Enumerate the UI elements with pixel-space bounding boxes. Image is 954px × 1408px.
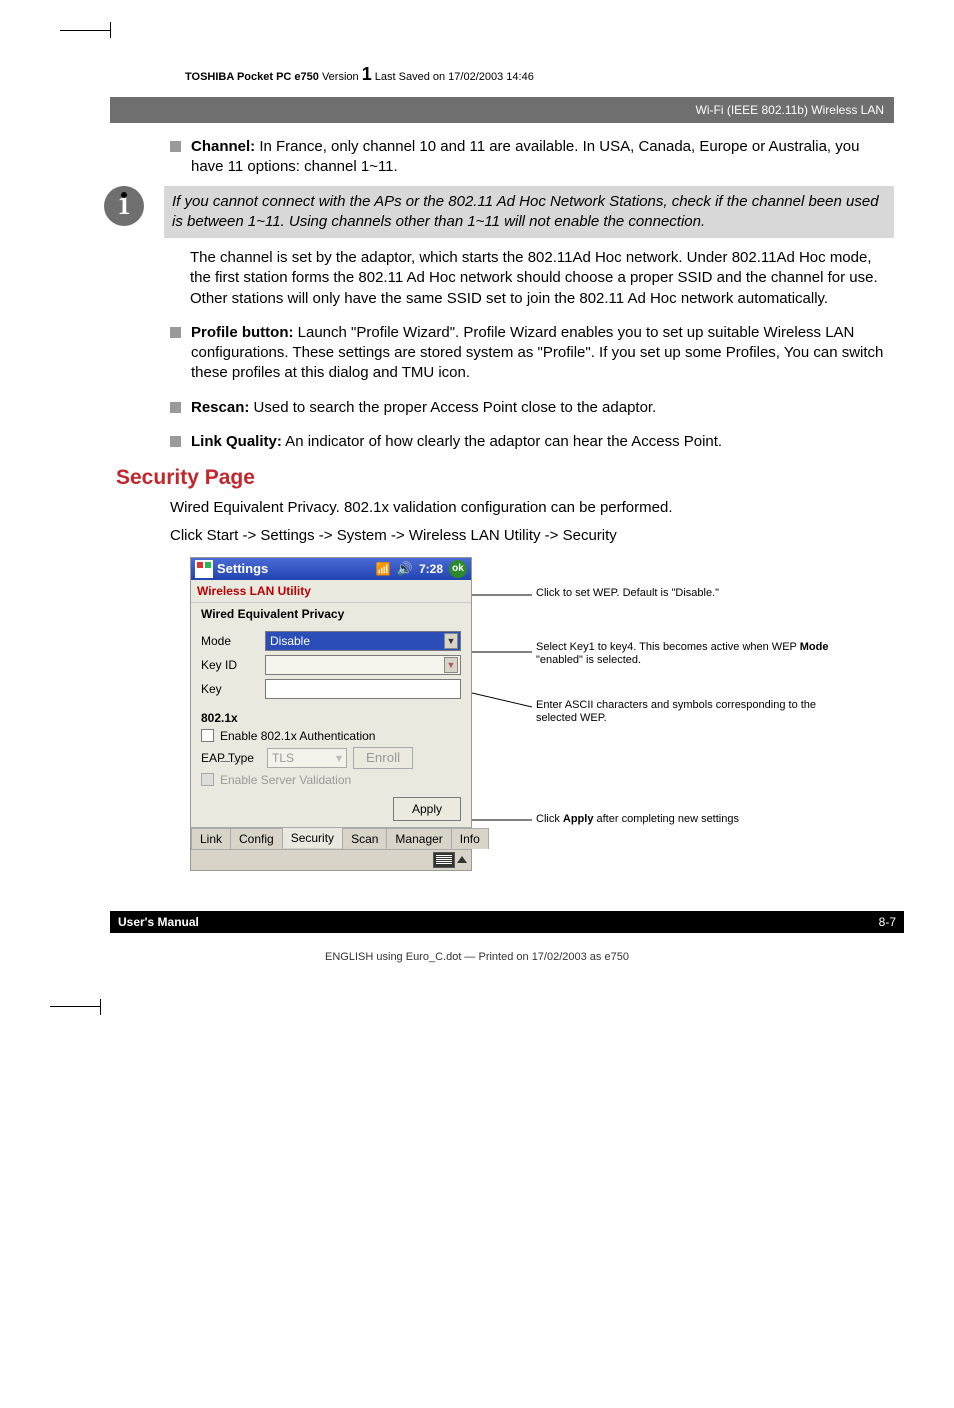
- callout-keyid: Select Key1 to key4. This becomes active…: [536, 641, 846, 669]
- bullet-icon: [170, 327, 181, 338]
- version-num: 1: [362, 64, 372, 84]
- wep-header: Wired Equivalent Privacy: [191, 603, 471, 623]
- bullet-icon: [170, 436, 181, 447]
- security-p2: Click Start -> Settings -> System -> Wir…: [170, 526, 894, 546]
- window-title: Settings: [217, 561, 268, 576]
- key-input[interactable]: [265, 679, 461, 699]
- chevron-down-icon: ▾: [336, 751, 342, 765]
- up-arrow-icon[interactable]: [457, 856, 467, 863]
- clock: 7:28: [419, 562, 443, 576]
- doc-header: TOSHIBA Pocket PC e750 Version 1 Last Sa…: [60, 64, 894, 85]
- footer-left: User's Manual: [118, 915, 199, 929]
- ok-button[interactable]: ok: [449, 560, 467, 578]
- key-label: Key: [201, 682, 265, 696]
- info-icon: 1: [104, 186, 144, 226]
- keyid-label: Key ID: [201, 658, 265, 672]
- rescan-label: Rescan:: [191, 399, 249, 416]
- bullet-link-quality: Link Quality: An indicator of how clearl…: [170, 432, 894, 452]
- profile-text: Launch "Profile Wizard". Profile Wizard …: [191, 324, 883, 382]
- callout-key: Enter ASCII characters and symbols corre…: [536, 699, 846, 727]
- 8021x-header: 802.1x: [191, 709, 471, 725]
- channel-explain: The channel is set by the adaptor, which…: [190, 248, 894, 309]
- bullet-rescan: Rescan: Used to search the proper Access…: [170, 398, 894, 418]
- bullet-icon: [170, 402, 181, 413]
- tab-manager[interactable]: Manager: [386, 828, 451, 849]
- footer-right: 8-7: [879, 915, 896, 929]
- sip-bar: [191, 849, 471, 870]
- enroll-button[interactable]: Enroll: [353, 747, 413, 769]
- mode-value: Disable: [270, 634, 310, 648]
- bullet-profile: Profile button: Launch "Profile Wizard".…: [170, 323, 894, 384]
- server-validation-label: Enable Server Validation: [220, 773, 351, 787]
- app-title: Wireless LAN Utility: [191, 580, 471, 603]
- callout-apply: Click Apply after completing new setting…: [536, 813, 846, 827]
- chapter-banner: Wi-Fi (IEEE 802.11b) Wireless LAN: [110, 97, 894, 123]
- eap-type-select[interactable]: TLS ▾: [267, 748, 347, 768]
- eap-value: TLS: [272, 751, 294, 765]
- callouts: Click to set WEP. Default is "Disable." …: [472, 557, 894, 871]
- link-text: An indicator of how clearly the adaptor …: [282, 433, 722, 450]
- screenshot-panel: Settings 📶 🔊 7:28 ok Wireless LAN Utilit…: [190, 557, 472, 871]
- keyboard-icon[interactable]: [433, 852, 455, 868]
- eap-type-label: EAP Type: [201, 751, 261, 765]
- tab-bar: Link Config Security Scan Manager Info: [191, 827, 471, 849]
- callout-mode: Click to set WEP. Default is "Disable.": [536, 587, 846, 601]
- tab-security[interactable]: Security: [282, 827, 343, 848]
- enable-auth-checkbox[interactable]: [201, 729, 214, 742]
- saved-on: Last Saved on 17/02/2003 14:46: [375, 71, 534, 83]
- mode-label: Mode: [201, 634, 265, 648]
- link-label: Link Quality:: [191, 433, 282, 450]
- enable-auth-label: Enable 802.1x Authentication: [220, 729, 375, 743]
- channel-label: Channel:: [191, 138, 255, 155]
- tab-link[interactable]: Link: [191, 828, 231, 849]
- bullet-channel: Channel: In France, only channel 10 and …: [170, 137, 894, 178]
- note-callout: 1 If you cannot connect with the APs or …: [104, 186, 894, 239]
- window-titlebar: Settings 📶 🔊 7:28 ok: [191, 558, 471, 580]
- channel-text: In France, only channel 10 and 11 are av…: [191, 138, 859, 175]
- note-text: If you cannot connect with the APs or th…: [164, 186, 894, 239]
- version-label: Version: [322, 71, 359, 83]
- speaker-icon: 🔊: [397, 561, 413, 577]
- start-flag-icon[interactable]: [195, 560, 213, 578]
- rescan-text: Used to search the proper Access Point c…: [249, 399, 656, 416]
- brand: TOSHIBA Pocket PC e750: [185, 71, 319, 83]
- server-validation-checkbox[interactable]: [201, 773, 214, 786]
- security-p1: Wired Equivalent Privacy. 802.1x validat…: [170, 498, 894, 518]
- signal-icon: 📶: [376, 562, 391, 576]
- chevron-down-icon[interactable]: ▼: [444, 657, 458, 673]
- mode-select[interactable]: Disable ▼: [265, 631, 461, 651]
- keyid-select[interactable]: ▼: [265, 655, 461, 675]
- chevron-down-icon[interactable]: ▼: [444, 633, 458, 649]
- tab-scan[interactable]: Scan: [342, 828, 387, 849]
- print-footer: ENGLISH using Euro_C.dot — Printed on 17…: [60, 951, 894, 963]
- section-heading: Security Page: [116, 466, 894, 490]
- apply-button[interactable]: Apply: [393, 797, 461, 821]
- bullet-icon: [170, 141, 181, 152]
- profile-label: Profile button:: [191, 324, 293, 341]
- tab-config[interactable]: Config: [230, 828, 283, 849]
